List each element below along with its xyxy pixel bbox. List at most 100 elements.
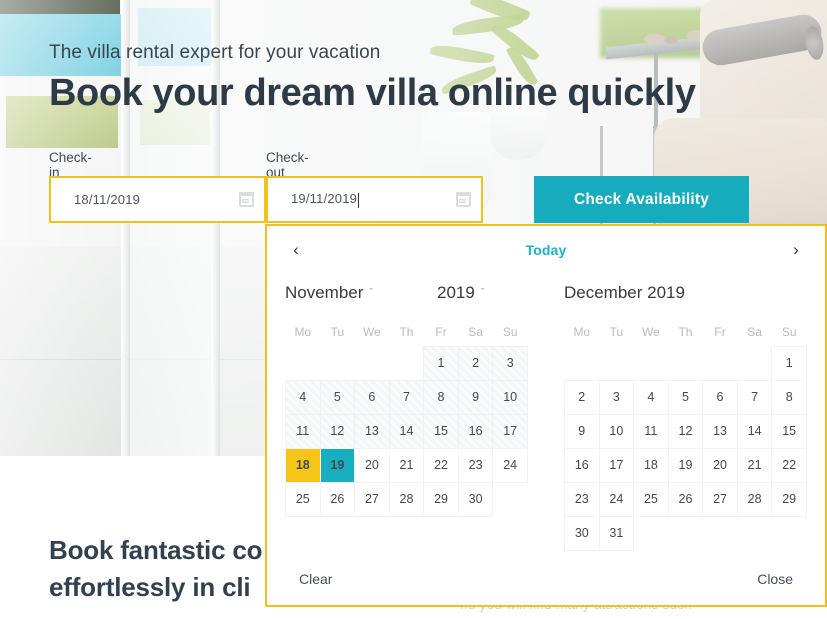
calendar-day-20[interactable]: 20	[354, 447, 390, 483]
calendar-day-24[interactable]: 24	[598, 481, 635, 517]
calendar-week-row: 18 19 20 21 22 23 24	[285, 447, 528, 483]
hero-subtitle: The villa rental expert for your vacatio…	[49, 42, 381, 63]
calendar-cell-empty	[286, 346, 321, 380]
calendar-day-14[interactable]: 14	[736, 413, 773, 449]
calendar-day-19[interactable]: 19	[319, 447, 356, 483]
calendar-day-18[interactable]: 18	[633, 447, 669, 483]
calendar-day-30[interactable]: 30	[564, 515, 600, 551]
close-button[interactable]: Close	[757, 571, 793, 587]
calendar-day-24[interactable]: 24	[492, 447, 528, 483]
calendar-week-row: 2345678	[564, 379, 807, 415]
datepicker-months: November ˇ 2019 ˇ Mo Tu We Th Fr Sa Su 1234567…	[267, 274, 825, 551]
year-select-value: 2019	[437, 283, 475, 302]
calendar-day-10[interactable]: 10	[598, 413, 635, 449]
calendar-day-11[interactable]: 11	[633, 413, 669, 449]
calendar-day-22[interactable]: 22	[771, 447, 807, 483]
weekday-sa: Sa	[747, 325, 762, 339]
calendar-day-6[interactable]: 6	[702, 379, 738, 415]
weekday-su: Su	[502, 324, 518, 339]
calendar-grid-left: Mo Tu We Th Fr Sa Su 1 2 3 4 5 6 7 8 9 10 11 12 13 14 15 16 17…	[285, 318, 528, 517]
calendar-day-8[interactable]: 8	[771, 379, 807, 415]
weekday-tu: Tu	[330, 325, 345, 339]
calendar-day-7: 7	[388, 379, 425, 415]
calendar-icon[interactable]	[456, 192, 471, 207]
clear-button[interactable]: Clear	[299, 571, 332, 587]
calendar-cell-empty	[565, 346, 600, 380]
calendar-day-12[interactable]: 12	[667, 413, 704, 449]
calendar-grid-right: Mo Tu We Th Fr Sa Su 1 2 3 4 5 6 7 8 9 10 11 12 13 14 15 16 17…	[564, 318, 807, 551]
weekday-mo: Mo	[294, 325, 312, 339]
calendar-day-5: 5	[319, 379, 356, 415]
year-select[interactable]: 2019 ˇ	[437, 283, 485, 303]
section-heading-line2: effortlessly in cli	[49, 572, 251, 602]
calendar-day-18[interactable]: 18	[285, 447, 321, 483]
calendar-body: 1 2 3 4 5 6 7 8 9 10 11 12 13 14 15 16 17 18 19 20 21 22 23 24 2…	[285, 345, 528, 517]
calendar-day-19[interactable]: 19	[667, 447, 704, 483]
photo-window-mullion	[211, 0, 220, 456]
calendar-day-26[interactable]: 26	[319, 481, 356, 517]
calendar-day-28[interactable]: 28	[736, 481, 773, 517]
weekday-mo: Mo	[573, 325, 591, 339]
prev-month-icon[interactable]: ‹	[283, 237, 309, 263]
calendar-day-23[interactable]: 23	[457, 447, 494, 483]
calendar-day-16[interactable]: 16	[564, 447, 600, 483]
calendar-day-17[interactable]: 17	[598, 447, 635, 483]
calendar-icon[interactable]	[239, 192, 254, 207]
calendar-day-31[interactable]: 31	[598, 515, 635, 551]
next-month-icon[interactable]: ›	[783, 237, 809, 263]
calendar-day-25[interactable]: 25	[285, 481, 321, 517]
calendar-right: December 2019 Mo Tu We Th Fr Sa Su 1 2 3 4 5 6 7 8 9 10…	[546, 274, 825, 551]
page-title: Book your dream villa online quickly	[49, 72, 696, 114]
calendar-body: 1 2 3 4 5 6 7 8 9 10 11 12 13 14 15 16 17 18 19 20 21 22 23 24 2…	[564, 345, 807, 551]
calendar-day-27[interactable]: 27	[354, 481, 390, 517]
today-link[interactable]: Today	[526, 242, 567, 258]
checkin-date-input[interactable]: 18/11/2019	[49, 176, 266, 223]
calendar-cell-empty	[634, 346, 669, 380]
calendar-day-26[interactable]: 26	[667, 481, 704, 517]
weekday-th: Th	[399, 325, 414, 339]
calendar-day-15[interactable]: 15	[771, 413, 807, 449]
calendar-cell-empty	[737, 346, 772, 380]
calendar-day-8: 8	[423, 379, 459, 415]
calendar-cell-empty	[668, 516, 703, 550]
calendar-day-10: 10	[492, 379, 528, 415]
calendar-day-27[interactable]: 27	[702, 481, 738, 517]
calendar-day-29[interactable]: 29	[423, 481, 459, 517]
calendar-day-30[interactable]: 30	[457, 481, 494, 517]
calendar-day-23[interactable]: 23	[564, 481, 600, 517]
calendar-cell-empty	[320, 346, 355, 380]
calendar-day-13: 13	[354, 413, 390, 449]
calendar-day-13[interactable]: 13	[702, 413, 738, 449]
calendar-day-4: 4	[285, 379, 321, 415]
chevron-down-icon: ˇ	[369, 287, 374, 299]
calendar-day-1[interactable]: 1	[771, 345, 807, 381]
calendar-week-row: 11 12 13 14 15 16 17	[285, 413, 528, 449]
calendar-day-21[interactable]: 21	[736, 447, 773, 483]
month-select[interactable]: November ˇ	[285, 283, 437, 303]
calendar-cell-empty	[703, 516, 738, 550]
calendar-day-3[interactable]: 3	[598, 379, 635, 415]
calendar-week-row: 123	[286, 345, 528, 381]
calendar-day-5[interactable]: 5	[667, 379, 704, 415]
calendar-day-28[interactable]: 28	[388, 481, 425, 517]
calendar-day-4[interactable]: 4	[633, 379, 669, 415]
calendar-day-2[interactable]: 2	[564, 379, 600, 415]
calendar-day-9[interactable]: 9	[564, 413, 600, 449]
check-availability-button[interactable]: Check Availability	[534, 176, 749, 223]
calendar-cell-empty	[389, 346, 424, 380]
weekday-th: Th	[678, 325, 693, 339]
checkout-date-input[interactable]: 19/11/2019	[266, 176, 483, 223]
datepicker-header: ‹ Today ›	[267, 226, 825, 274]
calendar-day-21[interactable]: 21	[388, 447, 425, 483]
weekday-we: We	[642, 325, 660, 339]
calendar-day-9: 9	[457, 379, 494, 415]
calendar-day-20[interactable]: 20	[702, 447, 738, 483]
calendar-day-14: 14	[388, 413, 425, 449]
calendar-day-7[interactable]: 7	[736, 379, 773, 415]
calendar-day-22[interactable]: 22	[423, 447, 459, 483]
calendar-cell-empty	[599, 346, 634, 380]
calendar-day-29[interactable]: 29	[771, 481, 807, 517]
calendar-day-6: 6	[354, 379, 390, 415]
weekday-fr: Fr	[714, 325, 726, 339]
calendar-day-25[interactable]: 25	[633, 481, 669, 517]
